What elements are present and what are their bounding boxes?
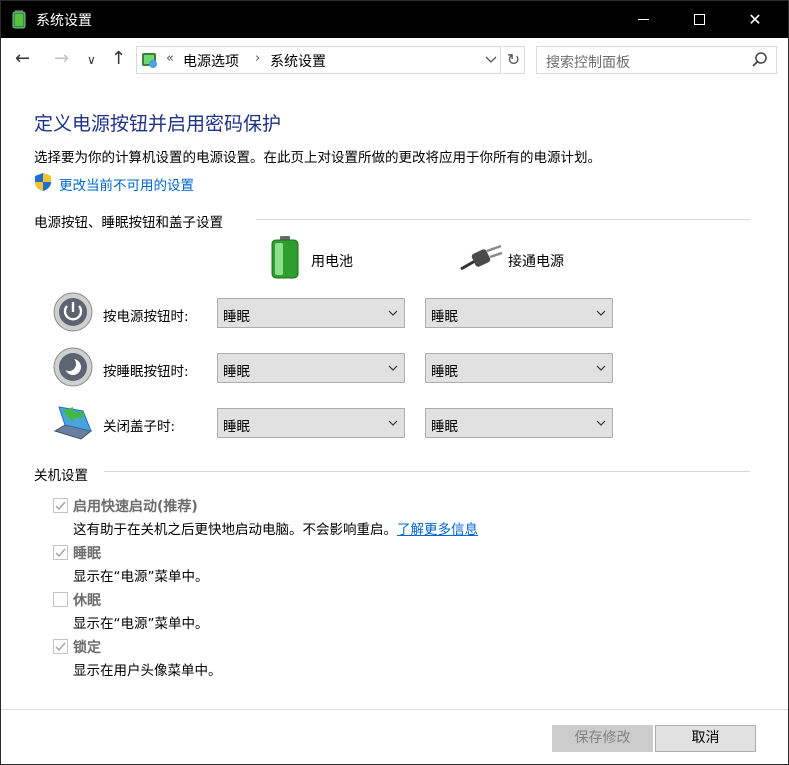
back-arrow-icon[interactable]: ← [15,50,30,68]
close-icon: ✕ [748,10,762,29]
search-box[interactable]: 搜索控制面板 [536,46,777,74]
refresh-button[interactable]: ↻ [503,46,525,74]
close-button[interactable]: ✕ [732,1,778,38]
uac-shield-icon [35,173,51,191]
chevron-down-icon [596,310,606,316]
fast-startup-checkbox[interactable] [53,498,68,513]
power-button-icon [53,292,93,332]
section-divider [256,219,750,220]
window-title: 系统设置 [36,13,92,29]
checkmark-icon [55,501,66,511]
laptop-lid-icon [53,406,93,440]
row-label-close-lid: 关闭盖子时: [103,419,176,435]
forward-arrow-icon[interactable]: → [54,50,69,68]
chevron-down-icon [388,365,398,371]
column-heading-battery: 用电池 [311,254,353,270]
power-plug-icon [460,244,503,271]
lock-checkbox[interactable] [53,639,68,654]
row-label-power-button: 按电源按钮时: [103,309,189,325]
footer-bar: 保存修改 取消 [1,709,788,764]
section-heading-buttons: 电源按钮、睡眠按钮和盖子设置 [34,215,223,231]
row-label-sleep-button: 按睡眠按钮时: [103,364,189,380]
page-title: 定义电源按钮并启用密码保护 [34,113,282,135]
checkmark-icon [55,548,66,558]
maximize-icon [693,14,705,25]
fast-startup-label: 启用快速启动(推荐) [73,499,198,515]
lock-description: 显示在用户头像菜单中。 [73,663,222,679]
section-divider [104,471,750,472]
select-value: 睡眠 [431,419,458,435]
fast-startup-description: 这有助于在关机之后更快地启动电脑。不会影响重启。了解更多信息 [73,518,478,538]
save-changes-button[interactable]: 保存修改 [552,725,653,752]
select-value: 睡眠 [223,419,250,435]
up-arrow-icon[interactable]: ↑ [111,50,126,68]
system-settings-window: 系统设置 ✕ ← → ∨ ↑ « 电源选项 › 系统设置 ↻ 搜索控制面板 定义… [0,0,789,765]
recent-locations-chevron-icon[interactable]: ∨ [87,51,96,69]
title-bar[interactable]: 系统设置 ✕ [1,1,788,38]
hibernate-description: 显示在“电源”菜单中。 [73,616,209,632]
chevron-down-icon [596,365,606,371]
sleep-description: 显示在“电源”菜单中。 [73,569,209,585]
select-value: 睡眠 [223,364,250,380]
refresh-icon: ↻ [506,50,521,69]
main-content: 定义电源按钮并启用密码保护 选择要为你的计算机设置的电源设置。在此页上对设置所做… [1,83,788,709]
lock-label: 锁定 [73,640,101,656]
section-heading-shutdown: 关机设置 [34,468,88,484]
power-options-icon [12,10,26,29]
overflow-chevron-icon[interactable]: « [166,51,174,66]
sleep-label: 睡眠 [73,546,101,562]
minimize-icon [637,19,649,20]
close-lid-battery-select[interactable]: 睡眠 [217,408,405,438]
breadcrumb-power-options[interactable]: 电源选项 [183,51,239,71]
hibernate-checkbox[interactable] [53,592,68,607]
sleep-button-plugged-select[interactable]: 睡眠 [425,353,613,383]
search-icon[interactable] [751,51,769,69]
breadcrumb-system-settings[interactable]: 系统设置 [270,51,326,71]
search-placeholder: 搜索控制面板 [546,55,630,71]
power-button-battery-select[interactable]: 睡眠 [217,298,405,328]
breadcrumb-separator-icon[interactable]: › [255,51,260,66]
cancel-button[interactable]: 取消 [655,725,756,752]
minimize-button[interactable] [620,1,666,38]
battery-icon [271,236,299,279]
address-bar[interactable]: « 电源选项 › 系统设置 [136,46,501,74]
chevron-down-icon [388,420,398,426]
page-description: 选择要为你的计算机设置的电源设置。在此页上对设置所做的更改将应用于你所有的电源计… [34,150,601,166]
control-panel-icon [142,53,157,68]
column-heading-plugged-in: 接通电源 [508,254,564,270]
navigation-bar: ← → ∨ ↑ « 电源选项 › 系统设置 ↻ 搜索控制面板 [1,38,788,83]
learn-more-link[interactable]: 了解更多信息 [397,522,478,538]
select-value: 睡眠 [431,364,458,380]
power-button-plugged-select[interactable]: 睡眠 [425,298,613,328]
sleep-button-battery-select[interactable]: 睡眠 [217,353,405,383]
close-lid-plugged-select[interactable]: 睡眠 [425,408,613,438]
hibernate-label: 休眠 [73,593,101,609]
sleep-checkbox[interactable] [53,545,68,560]
address-dropdown-chevron-icon[interactable] [485,53,497,65]
select-value: 睡眠 [223,309,250,325]
uac-link-label[interactable]: 更改当前不可用的设置 [59,174,194,194]
checkmark-icon [55,642,66,652]
chevron-down-icon [388,310,398,316]
select-value: 睡眠 [431,309,458,325]
chevron-down-icon [596,420,606,426]
fast-startup-desc-text: 这有助于在关机之后更快地启动电脑。不会影响重启。 [73,522,397,538]
sleep-button-icon [53,347,93,387]
maximize-button[interactable] [676,1,722,38]
